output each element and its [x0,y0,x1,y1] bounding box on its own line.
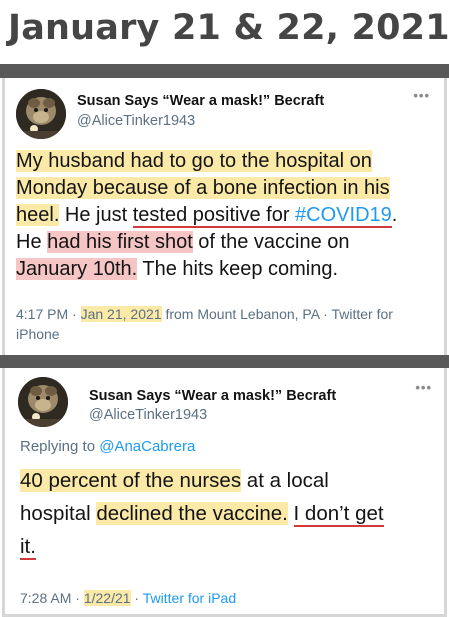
highlighted-text: Monday because of a bone infection in hi… [16,177,390,199]
highlighted-text: 40 percent of the nurses [20,469,242,492]
underlined-text: tested positive for [132,204,296,228]
tweet-line: My husband had to go to the hospital on [16,148,397,175]
avatar[interactable] [16,89,66,139]
tweet-line: Monday because of a bone infection in hi… [16,175,397,202]
divider-bar [0,64,449,78]
tweet-time[interactable]: 7:28 AM [20,590,71,606]
display-name[interactable]: Susan Says “Wear a mask!” Becraft [77,93,324,109]
highlighted-text: January 10th. [16,258,138,280]
text-span: He [16,231,48,253]
underlined-text: it. [20,535,36,560]
highlighted-text: My husband had to go to the hospital on [16,150,372,172]
page-header: January 21 & 22, 2021 [0,0,449,62]
display-name[interactable]: Susan Says “Wear a mask!” Becraft [89,388,336,404]
tweet-text: My husband had to go to the hospital on … [16,148,397,283]
user-handle[interactable]: @AliceTinker1943 [89,407,207,423]
replying-to: Replying to @AnaCabrera [20,438,195,455]
text-span: hospital [20,502,97,525]
page-title: January 21 & 22, 2021 [8,8,449,48]
tweet-card: Susan Says “Wear a mask!” Becraft @Alice… [2,78,447,355]
tweet-line: He had his first shot of the vaccine on [16,229,397,256]
tweet-card: Susan Says “Wear a mask!” Becraft @Alice… [2,368,447,617]
tweet-line: it. [20,530,384,563]
tweet-metadata: 7:28 AM · 1/22/21 · Twitter for iPad [20,588,440,608]
separator: · [130,590,143,606]
highlighted-text: heel. [16,204,60,226]
tweet-date[interactable]: Jan 21, 2021 [80,306,162,322]
avatar[interactable] [18,377,68,427]
tweet-time[interactable]: 4:17 PM [16,306,68,322]
text-span [288,502,294,525]
tweet-line: January 10th. The hits keep coming. [16,256,397,283]
tweet-line: 40 percent of the nurses at a local [20,464,384,497]
tweet-line: hospital declined the vaccine. I don’t g… [20,497,384,530]
tweet-source[interactable]: Twitter for iPad [143,590,236,606]
avatar-image [18,377,68,427]
more-options-icon[interactable]: ••• [413,88,430,103]
underlined-text: I don’t get [293,502,384,527]
separator: · [68,306,81,322]
highlighted-text: had his first shot [47,231,193,253]
hashtag-link[interactable]: #COVID19 [295,204,392,228]
separator: · [71,590,84,606]
text-span: . [391,204,398,226]
avatar-image [16,89,66,139]
reply-mention-link[interactable]: @AnaCabrera [99,438,195,455]
text-span: at a local [241,469,329,492]
user-handle[interactable]: @AliceTinker1943 [77,113,195,129]
tweet-text: 40 percent of the nurses at a local hosp… [20,464,384,563]
replying-label: Replying to [20,438,100,455]
more-options-icon[interactable]: ••• [415,380,432,395]
text-span: He just [59,204,133,226]
divider-bar [0,355,449,368]
highlighted-text: declined the vaccine. [96,502,288,525]
tweet-metadata: 4:17 PM · Jan 21, 2021 from Mount Lebano… [16,304,436,344]
text-span: The hits keep coming. [137,258,339,280]
tweet-date[interactable]: 1/22/21 [83,590,131,606]
text-span: of the vaccine on [192,231,350,253]
tweet-line: heel. He just tested positive for #COVID… [16,202,397,229]
